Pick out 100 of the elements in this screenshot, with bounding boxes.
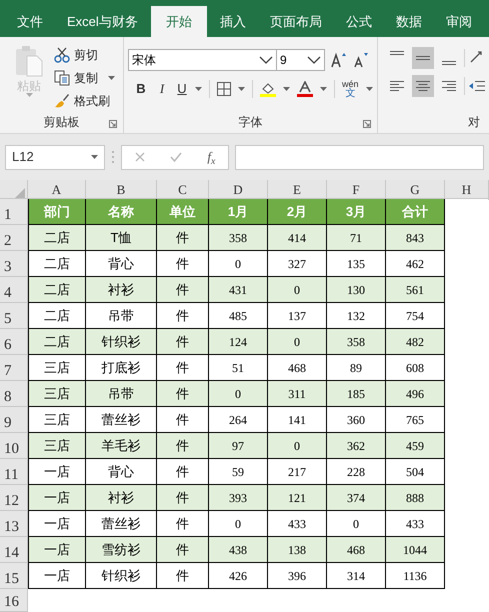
table-cell: 362 [327,433,386,459]
insert-function-button[interactable]: f$_{x}$ [207,147,216,167]
borders-icon[interactable] [217,82,231,96]
chevron-icon[interactable] [259,56,273,64]
decrease-indent-icon[interactable] [469,80,485,92]
italic-button[interactable]: I [155,79,169,98]
table-cell: 71 [327,225,386,251]
row-header[interactable]: 5 [0,303,28,329]
row-header[interactable]: 16 [0,589,28,612]
format-painter-button[interactable]: 格式刷 [54,91,115,110]
table-cell: 561 [386,277,445,303]
table-cell: 431 [209,277,268,303]
table-cell: 背心 [86,459,157,485]
row-header[interactable]: 6 [0,329,28,355]
row-header[interactable]: 14 [0,537,28,563]
table-cell: 135 [327,251,386,277]
table-cell: 485 [209,303,268,329]
table-cell: 393 [209,485,268,511]
chevron-icon[interactable] [307,56,321,64]
font-size-field[interactable]: 9 [277,49,325,71]
table-cell: 358 [209,225,268,251]
ribbon-tab[interactable]: 页面布局 [258,6,333,37]
row-header[interactable]: 10 [0,433,28,459]
row-header[interactable]: 3 [0,251,28,277]
phonetic-button[interactable]: wén 文 [342,80,359,98]
table-cell: 217 [268,459,327,485]
ribbon-tab[interactable]: 审阅 [434,6,483,37]
table-cell: 件 [157,485,209,511]
table-cell: 二店 [28,225,86,251]
table-cell: 482 [386,329,445,355]
ribbon-tab[interactable]: 开始 [150,6,207,37]
caret-icon[interactable] [283,86,290,91]
name-box[interactable]: L12 [5,144,105,170]
ribbon-tab[interactable]: Excel与财务 [56,6,149,37]
table-cell: 0 [209,381,268,407]
table-cell: 438 [209,537,268,563]
table-cell: 件 [157,329,209,355]
table-cell: 504 [386,459,445,485]
caret-icon[interactable] [366,86,373,91]
table-cell: 97 [209,433,268,459]
shrink-font-icon[interactable] [353,52,369,68]
ribbon-tab[interactable]: 数据 [384,6,433,37]
caret-icon[interactable] [320,86,327,91]
table-cell: 吊带 [86,381,157,407]
column-header[interactable]: H [445,180,489,200]
table-cell: 三店 [28,381,86,407]
row-header[interactable]: 12 [0,485,28,511]
copy-icon [54,70,70,86]
table-cell: 件 [157,251,209,277]
table-cell: 针织衫 [86,563,157,589]
table-cell: 358 [327,329,386,355]
caret-icon[interactable] [91,155,98,159]
caret-icon[interactable] [238,86,245,91]
ribbon-tab[interactable]: 文件 [6,6,54,37]
bold-button[interactable]: B [134,79,148,98]
column-heading-cell: 合计 [386,199,445,225]
align-button[interactable] [412,75,434,97]
grow-font-icon[interactable] [331,52,347,68]
table-cell: 一店 [28,563,86,589]
row-header[interactable]: 13 [0,511,28,537]
table-cell: 374 [327,485,386,511]
ribbon-tab[interactable]: 插入 [208,6,257,37]
column-heading-cell: 2月 [268,199,327,225]
dialog-launcher-icon[interactable] [363,120,371,128]
align-button[interactable] [412,47,434,69]
table-cell: 433 [386,511,445,537]
cut-button[interactable]: 剪切 [54,45,115,64]
row-header[interactable]: 2 [0,225,28,251]
dialog-launcher-icon[interactable] [109,120,117,128]
drag-handle-icon [111,150,115,164]
row-header[interactable]: 1 [0,199,28,225]
font-color-icon[interactable] [297,80,313,97]
column-heading-cell: 1月 [209,199,268,225]
clipboard-icon [14,45,44,77]
row-header[interactable]: 8 [0,381,28,407]
row-header[interactable]: 9 [0,407,28,433]
caret-icon[interactable] [108,76,115,80]
row-header[interactable]: 4 [0,277,28,303]
table-cell: 件 [157,563,209,589]
table-cell: 吊带 [86,303,157,329]
table-cell: 462 [386,251,445,277]
table-cell: 141 [268,407,327,433]
align-icon [416,56,430,60]
row-header[interactable]: 11 [0,459,28,485]
underline-button[interactable]: U [176,79,188,98]
scissors-icon [54,46,70,62]
formula-input[interactable] [235,144,484,170]
group-label: 剪贴板 [44,114,80,131]
table-cell: 459 [386,433,445,459]
caret-icon[interactable] [195,86,202,91]
table-cell: 一店 [28,511,86,537]
font-name-field[interactable]: 宋体 [128,49,277,71]
table-cell: 件 [157,381,209,407]
row-header[interactable]: 7 [0,355,28,381]
align-icon [442,61,456,65]
table-cell: 311 [268,381,327,407]
ribbon-tab[interactable]: 公式 [334,6,383,37]
copy-button[interactable]: 复制 [54,68,115,87]
row-header[interactable]: 15 [0,563,28,589]
fill-color-icon[interactable] [260,80,276,97]
